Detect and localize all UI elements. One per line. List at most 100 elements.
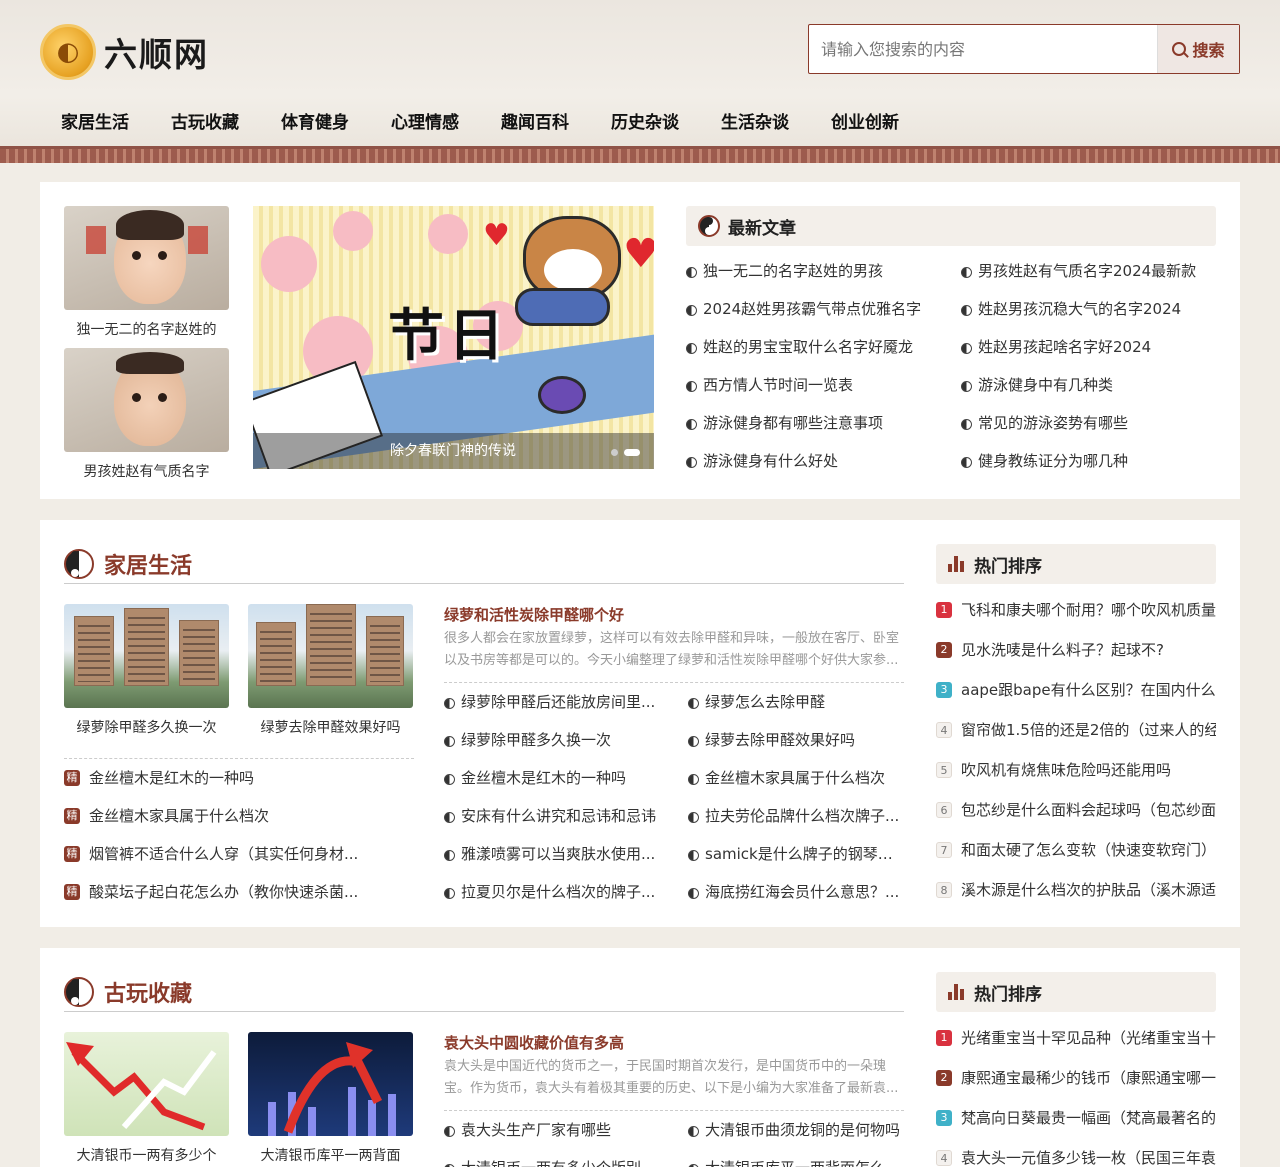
article-list: 袁大头生产厂家有哪些 大清银币曲须龙铜的是何物吗 大清银币一两有多少个版别 大清… [444,1110,904,1167]
list-item[interactable]: 大清银币库平一两背面怎么 [688,1149,904,1167]
list-item[interactable]: 男孩姓赵有气质名字2024最新款 [961,252,1216,290]
list-item[interactable]: 拉夫劳伦品牌什么档次牌子... [688,797,904,835]
list-item[interactable]: 大清银币曲须龙铜的是何物吗 [688,1111,904,1149]
nav-item-trivia[interactable]: 趣闻百科 [480,108,590,133]
thumb-caption[interactable]: 男孩姓赵有气质名字 [64,461,229,481]
rank-item-label: 窗帘做1.5倍的还是2倍的（过来人的经 [961,721,1216,739]
bar-chart-icon [948,984,964,1000]
list-item[interactable]: 绿萝除甲醛多久换一次 [444,721,688,759]
rank-item-label: 袁大头一元值多少钱一枚（民国三年袁 [961,1149,1216,1167]
list-item[interactable]: 金丝檀木是红木的一种吗 [444,759,688,797]
list-item[interactable]: 姓赵的男宝宝取什么名字好魇龙 [686,328,961,366]
list-item[interactable]: 姓赵男孩沉稳大气的名字2024 [961,290,1216,328]
list-item[interactable]: 精金丝檀木是红木的一种吗 [64,759,414,797]
list-item[interactable]: 健身教练证分为哪几种 [961,442,1216,480]
featured-badge: 精 [64,884,80,900]
article-thumb-2[interactable] [248,1032,413,1136]
list-item[interactable]: samick是什么牌子的钢琴？... [688,835,904,873]
feature-article-title[interactable]: 绿萝和活性炭除甲醛哪个好 [444,604,624,625]
nav-item-life-talk[interactable]: 生活杂谈 [700,108,810,133]
list-item[interactable]: 绿萝去除甲醛效果好吗 [688,721,904,759]
main-nav: 家居生活 古玩收藏 体育健身 心理情感 趣闻百科 历史杂谈 生活杂谈 创业创新 [40,108,920,133]
nav-item-home-life[interactable]: 家居生活 [40,108,150,133]
rank-item[interactable]: 1 光绪重宝当十罕见品种（光绪重宝当十 [936,1018,1216,1058]
list-item[interactable]: 游泳健身有什么好处 [686,442,961,480]
latest-articles-list: 独一无二的名字赵姓的男孩 男孩姓赵有气质名字2024最新款 2024赵姓男孩霸气… [686,252,1216,480]
thumb-caption[interactable]: 大清银币一两有多少个 [64,1145,229,1165]
rank-item[interactable]: 8 溪木源是什么档次的护肤品（溪木源适 [936,870,1216,910]
rank-badge: 6 [936,802,952,818]
section-title[interactable]: 家居生活 [104,548,192,580]
list-item[interactable]: 袁大头生产厂家有哪些 [444,1111,688,1149]
list-item[interactable]: 西方情人节时间一览表 [686,366,961,404]
list-item[interactable]: 绿萝除甲醛后还能放房间里... [444,683,688,721]
rank-badge: 8 [936,882,952,898]
rank-item[interactable]: 3 梵高向日葵最贵一幅画（梵高最著名的 [936,1098,1216,1138]
list-item[interactable]: 游泳健身都有哪些注意事项 [686,404,961,442]
slider-dot[interactable] [611,449,618,456]
list-item[interactable]: 绿萝怎么去除甲醛 [688,683,904,721]
list-item[interactable]: 2024赵姓男孩霸气带点优雅名字 [686,290,961,328]
search-input[interactable] [809,25,1157,73]
article-thumb-1[interactable] [64,1032,229,1136]
rank-item[interactable]: 6 包芯纱是什么面料会起球吗（包芯纱面 [936,790,1216,830]
rank-item-label: 光绪重宝当十罕见品种（光绪重宝当十 [961,1029,1216,1047]
article-thumb-2[interactable] [248,604,413,708]
list-item[interactable]: 精烟管裤不适合什么人穿（其实任何身材... [64,835,414,873]
slider-dots [611,449,640,456]
thumb-caption[interactable]: 绿萝去除甲醛效果好吗 [248,717,413,737]
nav-item-antiques[interactable]: 古玩收藏 [150,108,260,133]
banner-slider[interactable]: ♥ ♥ 节日 除夕春联门神的传说 [253,206,654,469]
rank-item[interactable]: 5 吹风机有烧焦味危险吗还能用吗 [936,750,1216,790]
rank-badge: 3 [936,682,952,698]
site-header: ◐ 六顺网 搜索 家居生活 古玩收藏 体育健身 心理情感 趣闻百科 历史杂谈 生… [0,0,1280,163]
hot-ranking-list: 1 光绪重宝当十罕见品种（光绪重宝当十 2 康熙通宝最稀少的钱币（康熙通宝哪一 3梵… [936,1018,1216,1167]
article-thumb-1[interactable] [64,206,229,310]
list-item[interactable]: 精金丝檀木家具属于什么档次 [64,797,414,835]
rank-item[interactable]: 2 见水洗唛是什么料子？起球不? [936,630,1216,670]
rank-item-label: 康熙通宝最稀少的钱币（康熙通宝哪一 [961,1069,1216,1087]
rank-item[interactable]: 7 和面太硬了怎么变软（快速变软窍门） [936,830,1216,870]
list-item[interactable]: 精酸菜坛子起白花怎么办（教你快速杀菌... [64,873,414,911]
nav-item-fitness[interactable]: 体育健身 [260,108,370,133]
rank-item[interactable]: 2 康熙通宝最稀少的钱币（康熙通宝哪一 [936,1058,1216,1098]
search-box: 搜索 [808,24,1240,74]
list-item[interactable]: 姓赵男孩起啥名字好2024 [961,328,1216,366]
section-title[interactable]: 古玩收藏 [104,976,192,1008]
list-item[interactable]: 安床有什么讲究和忌讳和忌讳 [444,797,688,835]
section-title-bar: 家居生活 [64,544,904,584]
article-thumb-2[interactable] [64,348,229,452]
nav-item-history[interactable]: 历史杂谈 [590,108,700,133]
article-thumb-1[interactable] [64,604,229,708]
taiji-icon [64,976,94,1007]
nav-item-startup[interactable]: 创业创新 [810,108,920,133]
rank-item[interactable]: 4 袁大头一元值多少钱一枚（民国三年袁 [936,1138,1216,1167]
rank-item[interactable]: 1 飞科和康夫哪个耐用？哪个吹风机质量 [936,590,1216,630]
hot-ranking-title: 热门排序 [974,984,1042,1005]
list-item[interactable]: 独一无二的名字赵姓的男孩 [686,252,961,290]
slider-dot-active[interactable] [624,449,640,456]
search-icon [1172,42,1187,56]
thumb-caption[interactable]: 独一无二的名字赵姓的 [64,319,229,339]
thumb-caption[interactable]: 绿萝除甲醛多久换一次 [64,717,229,737]
list-item[interactable]: 游泳健身中有几种类 [961,366,1216,404]
rank-item[interactable]: 4 窗帘做1.5倍的还是2倍的（过来人的经 [936,710,1216,750]
site-logo[interactable]: ◐ 六顺网 [40,24,209,80]
rank-badge: 3 [936,1110,952,1126]
rank-badge: 4 [936,722,952,738]
nav-item-psychology[interactable]: 心理情感 [370,108,480,133]
feature-article-title[interactable]: 袁大头中圆收藏价值有多高 [444,1032,624,1053]
list-item[interactable]: 常见的游泳姿势有哪些 [961,404,1216,442]
list-item-label: 金丝檀木是红木的一种吗 [89,769,255,787]
taiji-icon [698,215,720,237]
rank-item[interactable]: 3 aape跟bape有什么区别？在国内什么 [936,670,1216,710]
list-item[interactable]: 拉夏贝尔是什么档次的牌子... [444,873,688,911]
list-item[interactable]: 雅漾喷雾可以当爽肤水使用... [444,835,688,873]
list-item[interactable]: 金丝檀木家具属于什么档次 [688,759,904,797]
list-item[interactable]: 大清银币一两有多少个版别 [444,1149,688,1167]
rank-item-label: aape跟bape有什么区别？在国内什么 [961,681,1216,699]
search-button[interactable]: 搜索 [1157,25,1239,73]
banner-caption[interactable]: 除夕春联门神的传说 [253,433,654,469]
thumb-caption[interactable]: 大清银币库平一两背面 [248,1145,413,1165]
list-item[interactable]: 海底捞红海会员什么意思？... [688,873,904,911]
